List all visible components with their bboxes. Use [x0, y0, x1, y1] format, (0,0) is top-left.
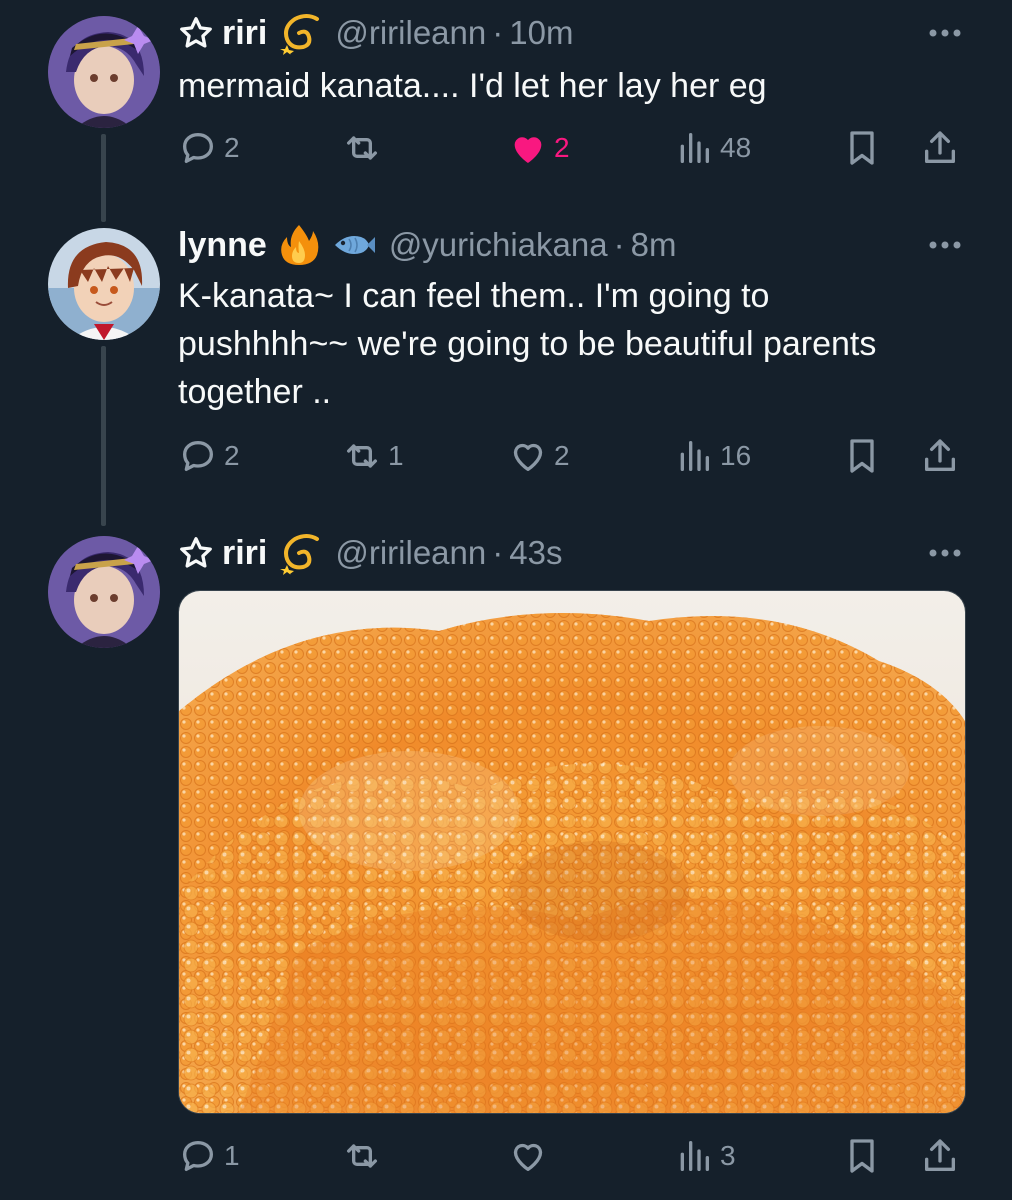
- like-count: 2: [554, 440, 570, 471]
- dizzy-emoji: [280, 14, 320, 55]
- display-name[interactable]: riri: [178, 14, 267, 53]
- fire-emoji: [280, 225, 319, 265]
- tweet-text: mermaid kanata.... I'd let her lay her e…: [178, 67, 767, 105]
- reply-count: 2: [224, 440, 240, 471]
- timestamp[interactable]: 8m: [631, 226, 677, 264]
- share-button[interactable]: [920, 1134, 960, 1178]
- repost-button[interactable]: [342, 1134, 388, 1178]
- separator-dot: ·: [492, 534, 504, 571]
- repost-count: 1: [388, 440, 404, 471]
- bookmark-icon: [850, 131, 874, 165]
- tweet-header: riri @ririleann · 10m: [178, 8, 573, 58]
- fish-emoji: [334, 236, 375, 254]
- repost-icon: [347, 1144, 377, 1168]
- repost-icon: [347, 136, 377, 160]
- share-icon: [925, 439, 955, 471]
- display-name[interactable]: lynne: [178, 226, 267, 265]
- bookmark-button[interactable]: [842, 434, 882, 478]
- repost-button[interactable]: [342, 126, 388, 170]
- bookmark-icon: [850, 1139, 874, 1173]
- display-name-text: riri: [222, 13, 268, 52]
- user-handle[interactable]: @ririleann: [335, 534, 486, 572]
- reply-button[interactable]: 1: [178, 1134, 240, 1178]
- reply-button[interactable]: 2: [178, 434, 240, 478]
- timestamp[interactable]: 43s: [509, 534, 562, 572]
- separator-dot: ·: [613, 226, 625, 263]
- share-icon: [925, 131, 955, 163]
- share-icon: [925, 1139, 955, 1171]
- tweet-header: lynne @yurichiakana · 8m: [178, 220, 676, 270]
- like-count: 2: [554, 132, 570, 163]
- star-outline-icon: [180, 537, 212, 568]
- views-chart-icon: [680, 1141, 709, 1171]
- heart-filled-icon: [514, 137, 542, 163]
- bookmark-icon: [850, 439, 874, 473]
- dizzy-emoji: [280, 534, 320, 575]
- tweet-actions: 2 1 2 16: [178, 434, 968, 478]
- display-name-text: lynne: [178, 225, 267, 264]
- display-name-text: riri: [222, 533, 268, 572]
- avatar[interactable]: [48, 536, 160, 648]
- views-button[interactable]: 3: [674, 1134, 736, 1178]
- like-button[interactable]: 2: [508, 126, 570, 170]
- bookmark-button[interactable]: [842, 126, 882, 170]
- user-handle[interactable]: @ririleann: [335, 14, 486, 52]
- avatar[interactable]: [48, 228, 160, 340]
- heart-outline-icon: [513, 443, 543, 471]
- reply-icon: [183, 441, 213, 471]
- tweet-actions: 2 2 48: [178, 126, 968, 170]
- views-chart-icon: [680, 441, 709, 471]
- conversation-thread: riri @ririleann · 10m mermaid kanata....…: [0, 0, 1012, 1200]
- views-button[interactable]: 16: [674, 434, 751, 478]
- more-options-icon[interactable]: [928, 548, 962, 558]
- reply-icon: [183, 133, 213, 163]
- avatar[interactable]: [48, 16, 160, 128]
- reply-button[interactable]: 2: [178, 126, 240, 170]
- like-button[interactable]: 2: [508, 434, 570, 478]
- reply-count: 2: [224, 132, 240, 163]
- heart-outline-icon: [513, 1143, 543, 1171]
- thread-connector-line: [101, 134, 106, 222]
- bookmark-button[interactable]: [842, 1134, 882, 1178]
- timestamp[interactable]: 10m: [509, 14, 573, 52]
- like-button[interactable]: [508, 1134, 554, 1178]
- display-name[interactable]: riri: [178, 534, 267, 573]
- views-count: 3: [720, 1140, 736, 1171]
- star-outline-icon: [180, 17, 212, 48]
- views-count: 16: [720, 440, 752, 471]
- views-chart-icon: [680, 133, 709, 163]
- repost-icon: [347, 444, 377, 468]
- thread-connector-line: [101, 346, 106, 526]
- tweet-actions: 1 3: [178, 1134, 968, 1178]
- tweet-header: riri @ririleann · 43s: [178, 528, 562, 578]
- more-options-icon[interactable]: [928, 28, 962, 38]
- fish-roe-photo: [179, 591, 965, 1113]
- repost-button[interactable]: 1: [342, 434, 404, 478]
- share-button[interactable]: [920, 434, 960, 478]
- more-options-icon[interactable]: [928, 240, 962, 250]
- tweet-text: K-kanata~ I can feel them.. I'm going to…: [178, 277, 877, 411]
- tweet-media-image[interactable]: [178, 590, 966, 1114]
- user-handle[interactable]: @yurichiakana: [389, 226, 608, 264]
- views-count: 48: [720, 132, 752, 163]
- reply-count: 1: [224, 1140, 240, 1171]
- share-button[interactable]: [920, 126, 960, 170]
- views-button[interactable]: 48: [674, 126, 751, 170]
- reply-icon: [183, 1141, 213, 1171]
- separator-dot: ·: [492, 14, 504, 51]
